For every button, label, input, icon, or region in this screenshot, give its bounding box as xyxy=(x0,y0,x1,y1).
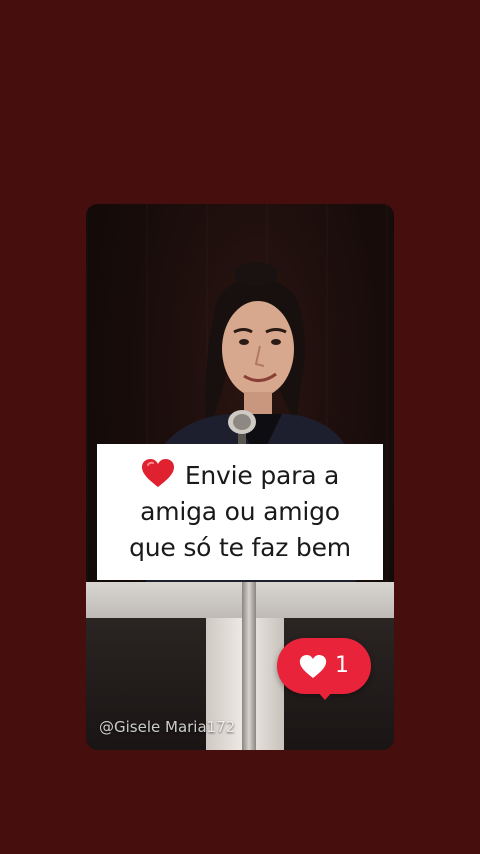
caption-line-3: que só te faz bem xyxy=(129,533,351,562)
watermark-username: @Gisele Maria172 xyxy=(99,718,236,736)
heart-icon xyxy=(299,654,327,678)
mic-stand xyxy=(242,582,256,750)
caption-line-1: Envie para a xyxy=(141,458,339,494)
lectern-top xyxy=(86,582,394,618)
caption-line-2: amiga ou amigo xyxy=(140,497,340,526)
like-badge-tail xyxy=(316,690,334,700)
like-count: 1 xyxy=(335,653,349,678)
caption-card: Envie para a amiga ou amigo que só te fa… xyxy=(97,444,383,580)
video-frame[interactable]: Envie para a amiga ou amigo que só te fa… xyxy=(86,204,394,750)
like-badge[interactable]: 1 xyxy=(277,638,371,694)
red-heart-icon xyxy=(141,459,174,487)
caption-text-1: Envie para a xyxy=(184,461,340,490)
